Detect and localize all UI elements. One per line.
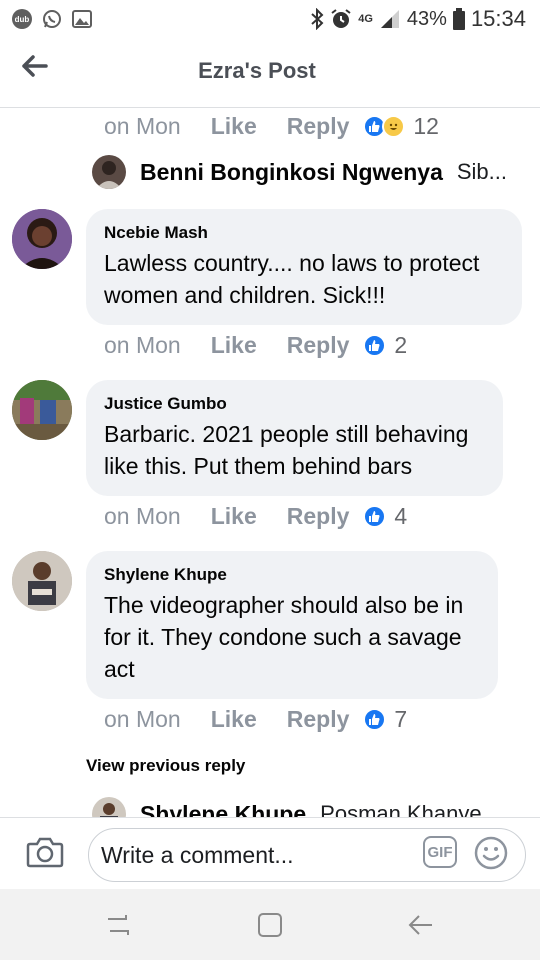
emoji-icon bbox=[474, 836, 508, 870]
reply-button[interactable]: Reply bbox=[287, 113, 350, 140]
system-navigation-bar bbox=[0, 889, 540, 960]
avatar bbox=[92, 797, 126, 817]
reply-author-name[interactable]: Shylene Khupe bbox=[140, 801, 306, 818]
reply-snippet: Sib... bbox=[456, 159, 508, 184]
gallery-icon bbox=[72, 10, 92, 28]
clock: 15:34 bbox=[470, 6, 526, 31]
comment-actions: on Mon Like Reply 12 bbox=[104, 113, 439, 140]
comment-timestamp: on Mon bbox=[104, 706, 181, 732]
recent-apps-icon bbox=[108, 915, 129, 935]
network-type-label: 4G bbox=[358, 13, 373, 25]
comment-bubble: Shylene Khupe The videographer should al… bbox=[86, 551, 498, 699]
comment-actions: on Mon Like Reply 7 bbox=[104, 706, 407, 733]
recent-apps-button[interactable] bbox=[104, 911, 132, 944]
like-button[interactable]: Like bbox=[211, 332, 257, 359]
signal-icon bbox=[380, 10, 399, 28]
camera-icon bbox=[26, 837, 64, 868]
bluetooth-icon bbox=[311, 8, 324, 30]
like-reaction-icon bbox=[363, 505, 387, 528]
reaction-count: 12 bbox=[413, 113, 439, 139]
status-bar: dub 4G 43% 15:34 bbox=[0, 0, 540, 38]
alarm-icon bbox=[331, 9, 351, 28]
like-button[interactable]: Like bbox=[211, 503, 257, 530]
comment-text: The videographer should also be in for i… bbox=[104, 592, 464, 682]
whatsapp-icon bbox=[43, 10, 61, 28]
comment-input[interactable]: Write a comment... bbox=[88, 828, 526, 882]
comment-text: Lawless country.... no laws to protect w… bbox=[104, 250, 480, 308]
reaction-count: 2 bbox=[394, 332, 408, 358]
comment-actions: on Mon Like Reply 4 bbox=[104, 503, 407, 530]
reply-preview[interactable]: Shylene Khupe Posman Khanye bbox=[92, 797, 482, 817]
home-icon bbox=[258, 913, 282, 937]
battery-icon bbox=[452, 8, 465, 30]
reaction-count: 7 bbox=[394, 706, 408, 732]
comment-composer: Write a comment... GIF bbox=[0, 817, 540, 889]
comments-feed[interactable]: on Mon Like Reply 12 Benni Bonginkosi Ng… bbox=[0, 109, 540, 817]
avatar[interactable] bbox=[12, 209, 72, 269]
back-nav-icon bbox=[408, 915, 432, 935]
reply-button[interactable]: Reply bbox=[287, 503, 350, 530]
comment-author[interactable]: Ncebie Mash bbox=[104, 223, 502, 243]
reply-preview[interactable]: Benni Bonginkosi Ngwenya Sib... bbox=[92, 155, 507, 189]
comment-timestamp: on Mon bbox=[104, 332, 181, 358]
view-previous-reply-link[interactable]: View previous reply bbox=[86, 756, 245, 776]
haha-reaction-icon bbox=[382, 115, 406, 138]
comment-author[interactable]: Shylene Khupe bbox=[104, 565, 478, 585]
comment-timestamp: on Mon bbox=[104, 113, 181, 139]
like-button[interactable]: Like bbox=[211, 113, 257, 140]
reply-button[interactable]: Reply bbox=[287, 332, 350, 359]
post-header: Ezra's Post bbox=[0, 38, 540, 108]
emoji-button[interactable] bbox=[474, 836, 508, 875]
reply-button[interactable]: Reply bbox=[287, 706, 350, 733]
home-button[interactable] bbox=[256, 911, 284, 944]
back-nav-button[interactable] bbox=[406, 911, 436, 944]
page-title: Ezra's Post bbox=[198, 58, 316, 83]
avatar bbox=[92, 155, 126, 189]
like-reaction-icon bbox=[363, 708, 387, 731]
like-button[interactable]: Like bbox=[211, 706, 257, 733]
comment-text: Barbaric. 2021 people still behaving lik… bbox=[104, 421, 469, 479]
camera-button[interactable] bbox=[26, 836, 64, 873]
avatar[interactable] bbox=[12, 380, 72, 440]
comment-actions: on Mon Like Reply 2 bbox=[104, 332, 407, 359]
comment-author[interactable]: Justice Gumbo bbox=[104, 394, 483, 414]
battery-percent: 43% bbox=[406, 7, 447, 30]
dub-app-icon: dub bbox=[12, 9, 32, 29]
comment-bubble: Justice Gumbo Barbaric. 2021 people stil… bbox=[86, 380, 503, 496]
like-reaction-icon bbox=[363, 334, 387, 357]
reaction-count: 4 bbox=[394, 503, 408, 529]
comment-timestamp: on Mon bbox=[104, 503, 181, 529]
comment-bubble: Ncebie Mash Lawless country.... no laws … bbox=[86, 209, 522, 325]
reply-snippet: Posman Khanye bbox=[320, 801, 482, 817]
avatar[interactable] bbox=[12, 551, 72, 611]
gif-button[interactable]: GIF bbox=[423, 836, 457, 868]
reply-author-name[interactable]: Benni Bonginkosi Ngwenya bbox=[140, 159, 443, 186]
